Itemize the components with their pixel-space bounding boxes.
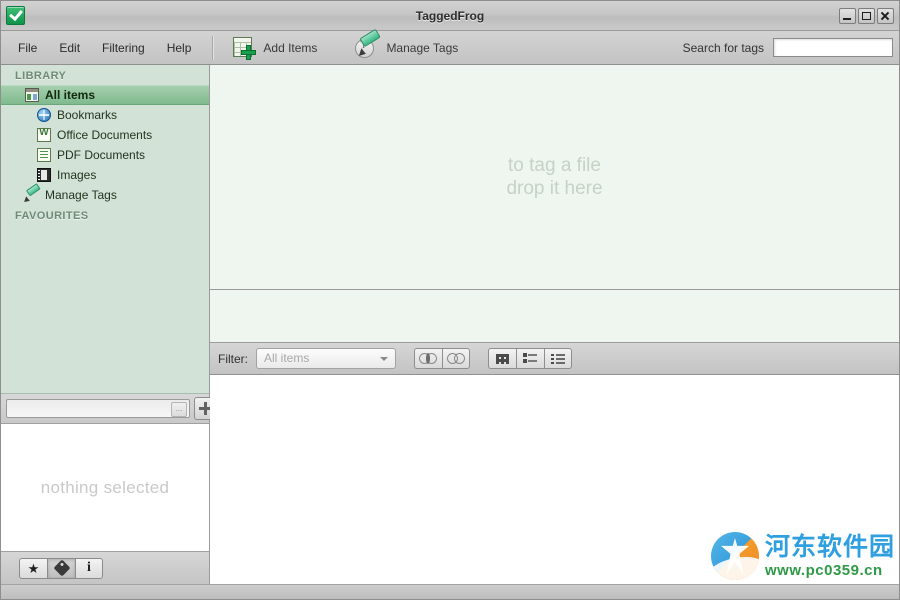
add-items-button[interactable]: Add Items: [224, 34, 325, 62]
manage-tags-button[interactable]: Manage Tags: [347, 28, 466, 61]
right-panel: to tag a file drop it here Filter: All i…: [210, 65, 899, 584]
pencil-icon: [25, 188, 39, 202]
sidebar-item-pdf-documents[interactable]: PDF Documents: [1, 145, 209, 165]
match-any-or-button[interactable]: [442, 348, 470, 369]
pdf-document-icon: [37, 148, 51, 162]
tags-tab[interactable]: [47, 557, 75, 579]
filter-label: Filter:: [218, 351, 248, 366]
tile-view-button[interactable]: [516, 348, 544, 369]
filter-bar: Filter: All items: [210, 343, 899, 375]
status-bar: [1, 584, 899, 599]
drop-zone-message: to tag a file drop it here: [506, 154, 602, 200]
menu-item-file[interactable]: File: [7, 37, 48, 59]
drop-zone-line1: to tag a file: [508, 154, 601, 176]
manage-tags-pencil-icon: [355, 28, 382, 59]
sidebar-item-office-documents[interactable]: Office Documents: [1, 125, 209, 145]
list-view-button[interactable]: [544, 348, 572, 369]
main-body: LIBRARY All items Bookmarks Office Docum…: [1, 65, 899, 584]
drop-zone-secondary-strip: [210, 290, 899, 343]
site-watermark: 河东软件园 www.pc0359.cn: [710, 532, 895, 580]
filter-select[interactable]: All items: [256, 348, 396, 369]
maximize-button[interactable]: [858, 7, 875, 24]
add-items-label: Add Items: [263, 40, 318, 55]
sidebar-item-manage-tags[interactable]: Manage Tags: [1, 185, 209, 205]
list-view-icon: [551, 353, 565, 364]
sidebar-item-label: Images: [57, 168, 97, 182]
info-icon: i: [87, 560, 91, 575]
watermark-logo-icon: [710, 532, 759, 580]
match-logic-button-group: [414, 348, 470, 369]
tag-browse-button[interactable]: ...: [171, 402, 187, 417]
venn-union-icon: [446, 353, 466, 364]
info-tab[interactable]: i: [75, 557, 103, 579]
favourites-tab[interactable]: ★: [19, 557, 47, 579]
tag-icon: [53, 559, 70, 577]
venn-intersection-icon: [419, 353, 438, 364]
menu-item-edit[interactable]: Edit: [48, 37, 91, 59]
grid-view-icon: [496, 353, 509, 364]
filter-select-value: All items: [264, 351, 310, 365]
match-all-and-button[interactable]: [414, 348, 442, 369]
filmstrip-icon: [37, 168, 51, 182]
word-document-icon: [37, 127, 51, 142]
sidebar-item-label: PDF Documents: [57, 148, 146, 162]
all-items-icon: [25, 88, 39, 102]
search-area: Search for tags: [683, 38, 893, 57]
tag-input[interactable]: [6, 399, 190, 418]
tree-group-library: LIBRARY: [15, 70, 67, 82]
details-pane: nothing selected: [1, 424, 209, 552]
application-window: TaggedFrog File Edit Filtering Help Add …: [0, 0, 900, 600]
left-panel: LIBRARY All items Bookmarks Office Docum…: [1, 65, 217, 584]
menu-item-help[interactable]: Help: [156, 37, 203, 59]
item-list-area[interactable]: 河东软件园 www.pc0359.cn: [210, 375, 899, 584]
watermark-url: www.pc0359.cn: [764, 561, 883, 579]
watermark-text: 河东软件园 www.pc0359.cn: [764, 532, 895, 579]
grid-view-button[interactable]: [488, 348, 516, 369]
green-checkmark-icon: [6, 6, 25, 25]
sidebar-item-label: Bookmarks: [57, 108, 118, 122]
globe-icon: [37, 108, 51, 122]
close-button[interactable]: [877, 7, 894, 24]
toolbar-separator: [212, 35, 215, 60]
star-icon: ★: [27, 560, 40, 576]
sidebar-item-label: Office Documents: [57, 128, 153, 142]
add-items-icon: [232, 36, 257, 60]
menu-bar: File Edit Filtering Help: [7, 37, 202, 59]
tile-view-icon: [523, 353, 538, 364]
tag-input-wrapper: ...: [6, 399, 190, 418]
window-controls: [839, 7, 894, 24]
chevron-down-icon: [380, 357, 388, 361]
watermark-site-name: 河东软件园: [764, 532, 895, 561]
drop-zone-line2: drop it here: [506, 178, 603, 199]
search-input[interactable]: [773, 38, 893, 57]
minimize-button[interactable]: [839, 7, 856, 24]
manage-tags-label: Manage Tags: [386, 40, 459, 55]
menu-item-filtering[interactable]: Filtering: [91, 37, 156, 59]
sidebar-item-label: Manage Tags: [45, 188, 117, 202]
sidebar-item-all-items[interactable]: All items: [1, 85, 209, 105]
details-tab-bar: ★ i: [1, 552, 209, 584]
library-tree: LIBRARY All items Bookmarks Office Docum…: [1, 65, 209, 394]
sidebar-item-label: All items: [45, 88, 96, 102]
file-drop-zone[interactable]: to tag a file drop it here: [210, 65, 899, 290]
sidebar-item-bookmarks[interactable]: Bookmarks: [1, 105, 209, 125]
window-title: TaggedFrog: [415, 8, 485, 23]
tag-entry-bar: ...: [1, 394, 217, 424]
empty-selection-message: nothing selected: [40, 477, 170, 497]
view-mode-button-group: [488, 348, 572, 369]
title-bar: TaggedFrog: [1, 1, 899, 31]
search-label: Search for tags: [682, 40, 764, 55]
main-toolbar: File Edit Filtering Help Add Items Manag…: [1, 28, 899, 65]
sidebar-item-images[interactable]: Images: [1, 165, 209, 185]
tree-group-favourites: FAVOURITES: [15, 210, 89, 222]
